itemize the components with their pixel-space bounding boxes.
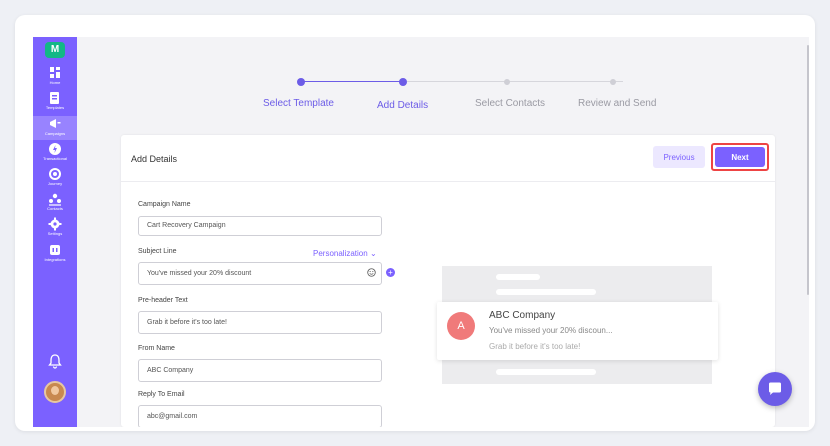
avatar-face bbox=[51, 386, 59, 395]
details-card: Add Details Previous Next Campaign Name … bbox=[121, 135, 775, 427]
avatar[interactable] bbox=[44, 381, 66, 403]
preheader-input[interactable]: Grab it before it's too late! bbox=[138, 311, 382, 334]
sender-avatar: A bbox=[447, 312, 475, 340]
card-title: Add Details bbox=[131, 154, 178, 164]
preview-sender: ABC Company bbox=[489, 310, 556, 321]
from-name-label: From Name bbox=[138, 345, 175, 352]
placeholder-bar bbox=[496, 369, 596, 375]
from-name-input[interactable]: ABC Company bbox=[138, 359, 382, 382]
campaign-name-label: Campaign Name bbox=[138, 201, 191, 208]
add-personalization-icon[interactable]: + bbox=[386, 268, 395, 277]
step-dot-select-template[interactable] bbox=[297, 78, 305, 86]
integrations-icon bbox=[50, 245, 60, 255]
sidebar-item-label: Contacts bbox=[47, 206, 63, 211]
sidebar-item-home[interactable]: Home bbox=[33, 65, 77, 89]
journey-icon bbox=[49, 168, 61, 180]
previous-button[interactable]: Previous bbox=[653, 146, 705, 168]
gear-icon bbox=[48, 217, 62, 231]
step-label-select-contacts[interactable]: Select Contacts bbox=[475, 98, 545, 109]
sidebar-item-label: Templates bbox=[45, 105, 65, 110]
sidebar-item-transactional[interactable]: Transactional bbox=[33, 141, 77, 165]
sidebar-item-contacts[interactable]: Contacts bbox=[33, 191, 77, 215]
reply-to-label: Reply To Email bbox=[138, 391, 185, 398]
scrollbar[interactable] bbox=[807, 45, 809, 295]
sidebar-item-templates[interactable]: Templates bbox=[33, 90, 77, 114]
sidebar-item-journey[interactable]: Journey bbox=[33, 166, 77, 190]
templates-icon bbox=[50, 92, 59, 104]
step-dot-review-send[interactable] bbox=[610, 79, 616, 85]
step-label-add-details[interactable]: Add Details bbox=[377, 100, 428, 111]
step-dot-add-details[interactable] bbox=[399, 78, 407, 86]
sidebar-item-campaigns[interactable]: Campaigns bbox=[33, 116, 77, 140]
campaign-name-input[interactable]: Cart Recovery Campaign bbox=[138, 216, 382, 236]
sidebar-item-label: Integrations bbox=[44, 257, 66, 262]
card-divider bbox=[121, 181, 775, 182]
stepper-line-2 bbox=[407, 81, 623, 82]
sidebar-item-label: Settings bbox=[47, 231, 63, 236]
subject-line-input[interactable]: You've missed your 20% discount bbox=[138, 262, 382, 285]
chat-widget-button[interactable] bbox=[758, 372, 792, 406]
subject-line-label: Subject Line bbox=[138, 248, 177, 255]
chat-icon bbox=[769, 382, 781, 395]
preview-subject: You've missed your 20% discoun... bbox=[489, 326, 613, 335]
chevron-down-icon: ⌄ bbox=[369, 249, 377, 258]
placeholder-bar bbox=[496, 289, 596, 295]
placeholder-bar bbox=[496, 274, 540, 280]
sidebar-item-settings[interactable]: Settings bbox=[33, 216, 77, 240]
sidebar-item-integrations[interactable]: Integrations bbox=[33, 242, 77, 266]
app-frame: M Home Templates Campaigns Transactional… bbox=[15, 15, 815, 431]
step-label-review-send[interactable]: Review and Send bbox=[578, 98, 656, 109]
sidebar-item-label: Campaigns bbox=[44, 131, 66, 136]
preview-preheader: Grab it before it's too late! bbox=[489, 342, 581, 351]
sidebar-item-label: Journey bbox=[47, 181, 63, 186]
sidebar-item-label: Transactional bbox=[43, 156, 67, 161]
personalization-dropdown[interactable]: Personalization ⌄ bbox=[313, 249, 377, 258]
personalization-label: Personalization bbox=[313, 249, 368, 258]
reply-to-input[interactable]: abc@gmail.com bbox=[138, 405, 382, 427]
grid-icon bbox=[50, 67, 60, 78]
emoji-icon[interactable] bbox=[367, 268, 376, 277]
megaphone-icon bbox=[50, 119, 61, 128]
bell-icon[interactable] bbox=[47, 353, 63, 369]
transactional-icon bbox=[49, 143, 61, 155]
email-preview-notification: A ABC Company You've missed your 20% dis… bbox=[437, 302, 718, 360]
contacts-icon bbox=[49, 193, 61, 206]
sidebar: M Home Templates Campaigns Transactional… bbox=[33, 37, 77, 427]
next-button[interactable]: Next bbox=[715, 147, 765, 167]
sidebar-item-label: Home bbox=[49, 80, 61, 85]
step-dot-select-contacts[interactable] bbox=[504, 79, 510, 85]
app-logo[interactable]: M bbox=[45, 42, 65, 58]
progress-stepper: Select Template Add Details Select Conta… bbox=[253, 69, 656, 111]
app-screen: M Home Templates Campaigns Transactional… bbox=[33, 37, 809, 427]
stepper-line-1 bbox=[301, 81, 403, 82]
next-button-highlight: Next bbox=[711, 143, 769, 171]
step-label-select-template[interactable]: Select Template bbox=[263, 98, 334, 109]
preheader-label: Pre-header Text bbox=[138, 297, 188, 304]
